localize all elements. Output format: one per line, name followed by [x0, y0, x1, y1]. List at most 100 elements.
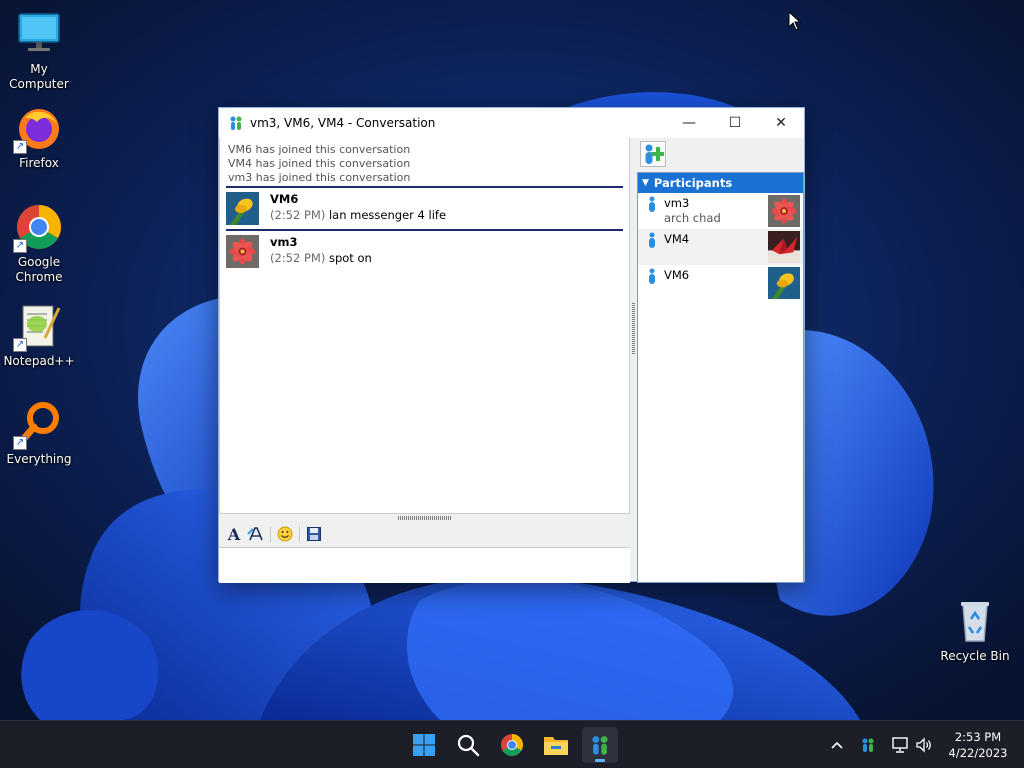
file-explorer-icon	[544, 737, 568, 755]
window-titlebar[interactable]: vm3, VM6, VM4 - Conversation — ☐ ✕	[219, 108, 804, 138]
desktop-icon-recycle-bin[interactable]: Recycle Bin	[937, 597, 1013, 664]
desktop-icon-google-chrome[interactable]: ↗ Google Chrome	[0, 203, 78, 285]
message-time: (2:52 PM)	[270, 208, 326, 222]
horizontal-splitter[interactable]	[219, 514, 630, 521]
tray-lan-messenger[interactable]	[858, 735, 878, 755]
tray-network[interactable]	[890, 735, 910, 755]
mouse-cursor-icon	[788, 11, 802, 31]
search-icon	[457, 734, 480, 757]
taskbar-lan-messenger-button[interactable]	[582, 727, 618, 763]
font-style-icon	[247, 527, 263, 541]
taskbar-chrome-button[interactable]	[494, 727, 530, 763]
close-button[interactable]: ✕	[758, 108, 804, 138]
lan-messenger-icon	[592, 736, 608, 755]
monitor-icon	[15, 10, 63, 58]
taskbar-search-button[interactable]	[450, 727, 486, 763]
add-user-icon	[645, 144, 664, 164]
message-sender: VM6	[270, 192, 299, 206]
maximize-button[interactable]: ☐	[712, 108, 758, 138]
splitter-grip	[397, 515, 452, 520]
shortcut-arrow-icon: ↗	[13, 436, 27, 450]
shortcut-arrow-icon: ↗	[13, 338, 27, 352]
font-icon: A	[227, 524, 241, 544]
desktop-icon-label: Firefox	[19, 156, 59, 170]
clock-date: 4/22/2023	[948, 746, 1008, 760]
save-button[interactable]	[303, 523, 325, 545]
message-sender: vm3	[270, 235, 298, 249]
yellow-flower-avatar	[226, 192, 259, 225]
tray-volume[interactable]	[914, 735, 934, 755]
system-messages: VM6 has joined this conversation VM4 has…	[220, 138, 629, 185]
splitter-grip	[631, 303, 635, 355]
close-icon: ✕	[775, 115, 787, 131]
emoticon-button[interactable]	[274, 523, 296, 545]
chat-pane: VM6 has joined this conversation VM4 has…	[219, 138, 630, 583]
message-text: spot on	[328, 251, 372, 265]
conversation-window: vm3, VM6, VM4 - Conversation — ☐ ✕ VM6 h…	[218, 107, 805, 583]
toolbar-separator	[270, 526, 271, 542]
add-participant-button[interactable]	[640, 141, 666, 167]
chrome-icon: ↗	[13, 203, 63, 253]
red-flower-avatar	[226, 235, 259, 268]
system-message: VM6 has joined this conversation	[228, 143, 411, 156]
user-icon	[649, 268, 655, 284]
participant-status: arch chad	[664, 211, 721, 225]
minimize-button[interactable]: —	[666, 108, 712, 138]
taskbar-file-explorer-button[interactable]	[538, 727, 574, 763]
participant-item[interactable]: vm3 arch chad	[638, 193, 803, 229]
show-hidden-icons-button[interactable]	[827, 735, 847, 755]
participant-name: VM6	[664, 268, 690, 282]
user-icon	[649, 196, 655, 212]
desktop-icon-label: Recycle Bin	[940, 649, 1010, 663]
message-history[interactable]: VM6 has joined this conversation VM4 has…	[219, 138, 630, 514]
taskbar-clock[interactable]: 2:53 PM 4/22/2023	[940, 729, 1016, 761]
participant-name: vm3	[664, 196, 690, 210]
volume-icon	[916, 737, 931, 753]
participants-header[interactable]: ▼ Participants	[638, 173, 803, 193]
clock-time: 2:53 PM	[954, 730, 1002, 744]
shortcut-arrow-icon: ↗	[13, 140, 27, 154]
desktop-icon-label: My Computer	[9, 62, 69, 91]
smiley-icon	[277, 526, 293, 542]
desktop-icon-label: Everything	[6, 452, 72, 466]
lan-messenger-tray-icon	[862, 738, 874, 752]
notepadpp-icon: ↗	[13, 302, 63, 352]
participant-item[interactable]: VM6	[638, 265, 803, 301]
participants-header-label: Participants	[653, 176, 733, 190]
desktop-icon-label: Google Chrome	[15, 255, 63, 284]
message-separator	[226, 229, 623, 231]
message-input[interactable]	[219, 547, 630, 583]
running-indicator	[595, 759, 605, 762]
save-icon	[307, 527, 321, 541]
origami-crane-avatar	[768, 231, 800, 263]
windows-start-icon	[413, 734, 435, 756]
system-message: VM4 has joined this conversation	[228, 157, 411, 170]
start-button[interactable]	[406, 727, 442, 763]
desktop-icon-firefox[interactable]: ↗ Firefox	[0, 104, 78, 171]
yellow-flower-avatar	[768, 267, 800, 299]
search-magnifier-icon: ↗	[13, 400, 63, 450]
chevron-up-icon	[831, 741, 843, 749]
message-text: lan messenger 4 life	[328, 208, 447, 222]
desktop-icon-my-computer[interactable]: My Computer	[0, 10, 78, 92]
chat-message: VM6 (2:52 PM) lan messenger 4 life	[220, 190, 629, 228]
taskbar: 2:53 PM 4/22/2023	[0, 720, 1024, 768]
font-button[interactable]: A	[223, 523, 245, 545]
desktop-icon-label: Notepad++	[3, 354, 75, 368]
minimize-icon: —	[682, 115, 696, 131]
format-toolbar: A	[219, 521, 630, 547]
desktop-icon-everything[interactable]: ↗ Everything	[0, 400, 78, 467]
participant-item[interactable]: VM4	[638, 229, 803, 265]
lan-messenger-icon	[230, 116, 242, 130]
system-message: vm3 has joined this conversation	[228, 171, 411, 184]
user-icon	[649, 232, 655, 248]
network-icon	[892, 737, 908, 753]
chat-message: vm3 (2:52 PM) spot on	[220, 233, 629, 271]
window-title: vm3, VM6, VM4 - Conversation	[250, 116, 436, 130]
font-color-button[interactable]	[245, 523, 267, 545]
message-time: (2:52 PM)	[270, 251, 326, 265]
toolbar-separator	[299, 526, 300, 542]
firefox-icon: ↗	[13, 104, 63, 154]
red-flower-avatar	[768, 195, 800, 227]
desktop-icon-notepadpp[interactable]: ↗ Notepad++	[0, 302, 78, 369]
